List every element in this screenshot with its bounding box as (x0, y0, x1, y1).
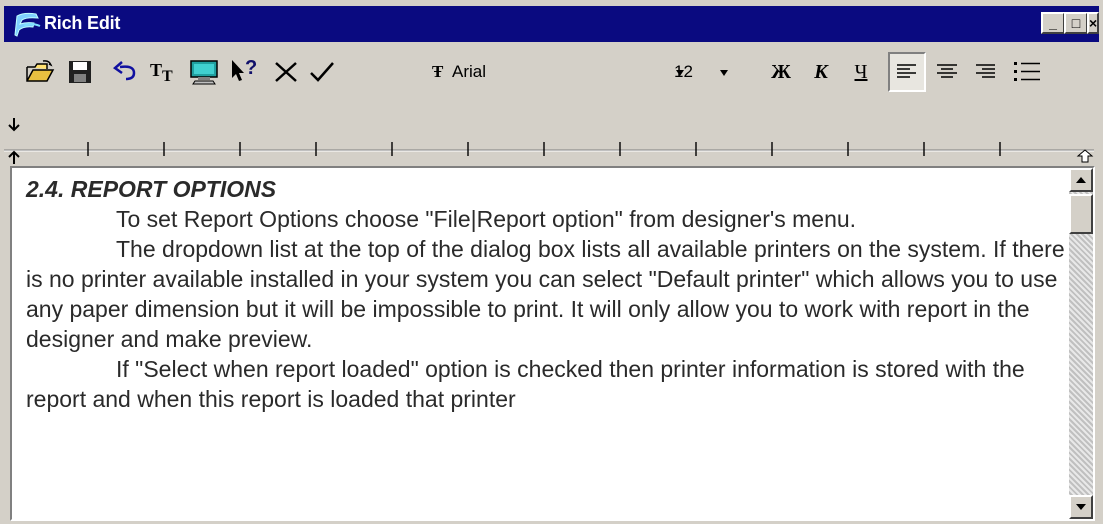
rich-text-editor[interactable]: 2.4. REPORT OPTIONS To set Report Option… (10, 166, 1095, 521)
document-heading: 2.4. REPORT OPTIONS (26, 176, 277, 202)
paragraph: If "Select when report loaded" option is… (26, 356, 1025, 412)
paragraph: To set Report Options choose "File|Repor… (116, 206, 857, 232)
insert-object-icon[interactable] (186, 54, 222, 90)
maximize-button[interactable]: □ (1064, 12, 1088, 34)
cancel-icon[interactable] (268, 54, 304, 90)
svg-text:T: T (162, 68, 173, 85)
right-margin-marker-icon[interactable] (1076, 149, 1094, 163)
toolbar: T T ? Ŧ Arial 12 Ж К Ч (4, 44, 1099, 106)
window-title: Rich Edit (44, 13, 121, 33)
truetype-font-icon: Ŧ (432, 62, 444, 81)
indent-marker-icon[interactable] (8, 118, 20, 164)
scrollbar-thumb[interactable] (1069, 194, 1093, 234)
svg-text:?: ? (245, 58, 257, 79)
font-size-value: 12 (674, 62, 693, 81)
open-folder-icon[interactable] (22, 54, 58, 90)
paragraph: The dropdown list at the top of the dial… (26, 236, 1065, 352)
save-disk-icon[interactable] (62, 54, 98, 90)
ruler[interactable] (4, 110, 1099, 166)
close-button[interactable]: × (1087, 12, 1099, 34)
bullets-icon[interactable] (1008, 52, 1046, 92)
app-logo-icon (14, 10, 42, 38)
rich-edit-window: Rich Edit _ □ × T T ? Ŧ Arial 12 Ж К Ч 2… (0, 0, 1103, 524)
align-center-icon[interactable] (928, 52, 966, 92)
font-icon[interactable]: T T (146, 54, 182, 90)
minimize-button[interactable]: _ (1041, 12, 1065, 34)
scroll-up-icon[interactable] (1069, 168, 1093, 192)
document-content[interactable]: 2.4. REPORT OPTIONS To set Report Option… (26, 174, 1066, 414)
font-name-value: Arial (452, 62, 487, 81)
size-dropdown-arrow-icon[interactable] (714, 60, 734, 86)
font-size-combobox[interactable]: 12 (664, 60, 754, 86)
vertical-scrollbar[interactable] (1069, 168, 1093, 519)
italic-button[interactable]: К (802, 52, 840, 92)
context-help-icon[interactable]: ? (228, 54, 264, 90)
font-name-combobox[interactable]: Ŧ Arial (428, 60, 690, 86)
title-bar[interactable]: Rich Edit _ □ × (4, 6, 1099, 42)
accept-icon[interactable] (304, 54, 340, 90)
scroll-down-icon[interactable] (1069, 495, 1093, 519)
underline-button[interactable]: Ч (842, 52, 880, 92)
align-right-icon[interactable] (966, 52, 1004, 92)
bold-button[interactable]: Ж (762, 52, 800, 92)
undo-icon[interactable] (108, 54, 144, 90)
align-left-icon[interactable] (888, 52, 926, 92)
svg-text:T: T (150, 60, 162, 80)
